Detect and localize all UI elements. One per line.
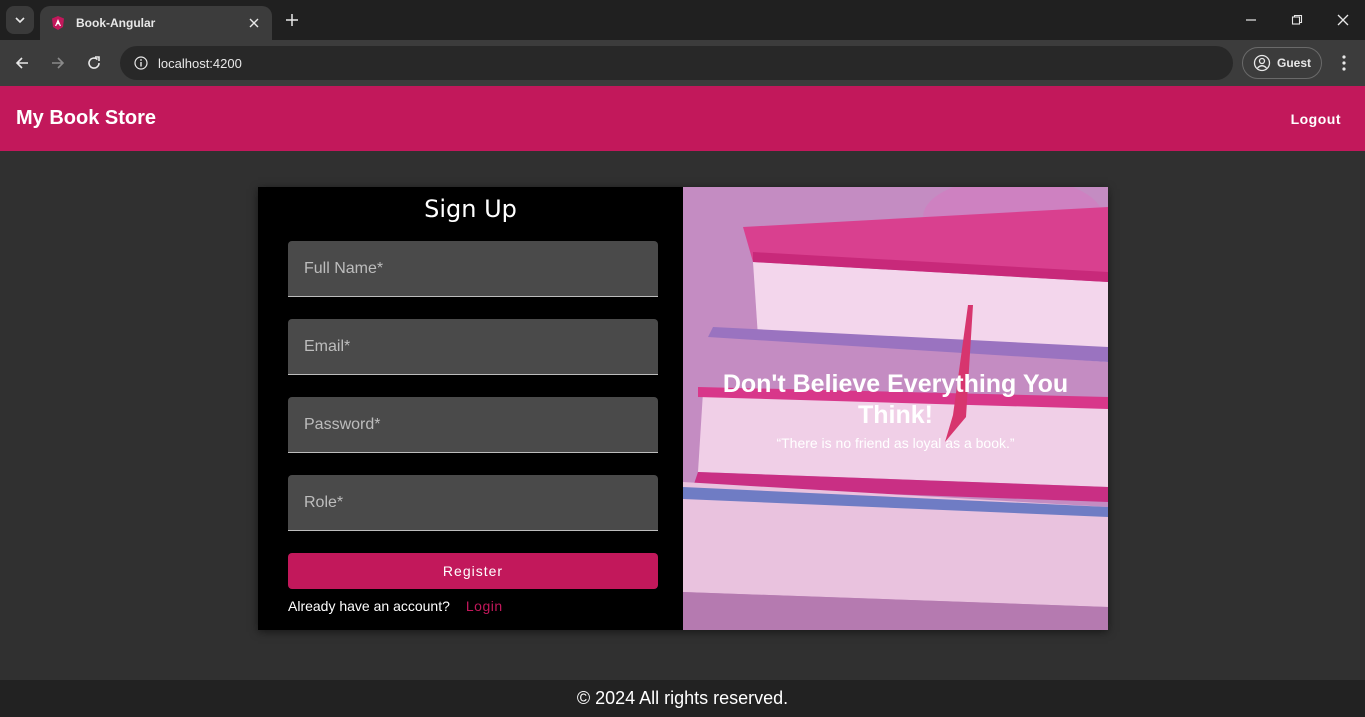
user-circle-icon bbox=[1253, 54, 1271, 72]
app-toolbar: My Book Store Logout bbox=[0, 86, 1365, 151]
signup-card: Sign Up Register Already have an account… bbox=[258, 187, 1108, 630]
angular-logo-icon bbox=[52, 16, 64, 30]
arrow-left-icon bbox=[15, 57, 28, 69]
close-icon bbox=[1337, 14, 1349, 26]
tab-search-button[interactable] bbox=[6, 6, 34, 34]
login-link[interactable]: Login bbox=[466, 598, 503, 614]
copyright-text: © 2024 All rights reserved. bbox=[576, 688, 789, 708]
address-bar-row: localhost:4200 Guest bbox=[0, 40, 1365, 86]
close-tab-icon[interactable] bbox=[246, 15, 262, 31]
full-name-field[interactable] bbox=[288, 241, 658, 297]
email-field[interactable] bbox=[288, 319, 658, 375]
arrow-right-icon bbox=[52, 57, 65, 69]
hero-quote: Don't Believe Everything You Think! “The… bbox=[683, 369, 1108, 451]
password-field[interactable] bbox=[288, 397, 658, 453]
role-input[interactable] bbox=[288, 475, 658, 530]
login-prompt: Already have an account? Login bbox=[288, 598, 503, 614]
form-title: Sign Up bbox=[424, 195, 517, 223]
back-button[interactable] bbox=[10, 51, 34, 75]
hero-subquote: “There is no friend as loyal as a book.” bbox=[776, 435, 1015, 451]
profile-button[interactable]: Guest bbox=[1242, 47, 1322, 79]
tab-title: Book-Angular bbox=[76, 16, 156, 30]
reload-icon bbox=[88, 56, 100, 69]
plus-icon bbox=[286, 14, 298, 26]
page-footer: © 2024 All rights reserved. bbox=[0, 680, 1365, 717]
restore-icon bbox=[1291, 14, 1303, 25]
browser-tab[interactable]: Book-Angular bbox=[40, 6, 272, 40]
chevron-down-icon bbox=[15, 17, 25, 24]
reload-button[interactable] bbox=[82, 51, 106, 75]
already-text: Already have an account? bbox=[288, 598, 450, 614]
logout-button[interactable]: Logout bbox=[1283, 103, 1349, 135]
full-name-input[interactable] bbox=[288, 241, 658, 296]
url-text: localhost:4200 bbox=[158, 55, 242, 71]
hero-headline: Don't Believe Everything You Think! bbox=[722, 370, 1069, 429]
role-field[interactable] bbox=[288, 475, 658, 531]
url-field[interactable]: localhost:4200 bbox=[120, 46, 1233, 80]
restore-button[interactable] bbox=[1287, 10, 1307, 30]
close-window-button[interactable] bbox=[1333, 10, 1353, 30]
minimize-icon bbox=[1246, 19, 1256, 21]
signup-form: Sign Up Register Already have an account… bbox=[258, 187, 683, 630]
browser-menu-button[interactable] bbox=[1334, 51, 1354, 75]
new-tab-button[interactable] bbox=[282, 10, 302, 30]
books-image-panel: Don't Believe Everything You Think! “The… bbox=[683, 187, 1108, 630]
site-info-icon[interactable] bbox=[130, 52, 152, 74]
browser-tab-bar: Book-Angular bbox=[0, 0, 1365, 40]
app-brand[interactable]: My Book Store bbox=[16, 107, 156, 130]
register-button[interactable]: Register bbox=[288, 553, 658, 589]
minimize-button[interactable] bbox=[1241, 10, 1261, 30]
profile-label: Guest bbox=[1277, 56, 1312, 70]
more-vert-icon bbox=[1342, 55, 1346, 71]
email-input[interactable] bbox=[288, 319, 658, 374]
forward-button[interactable] bbox=[46, 51, 70, 75]
password-input[interactable] bbox=[288, 397, 658, 452]
